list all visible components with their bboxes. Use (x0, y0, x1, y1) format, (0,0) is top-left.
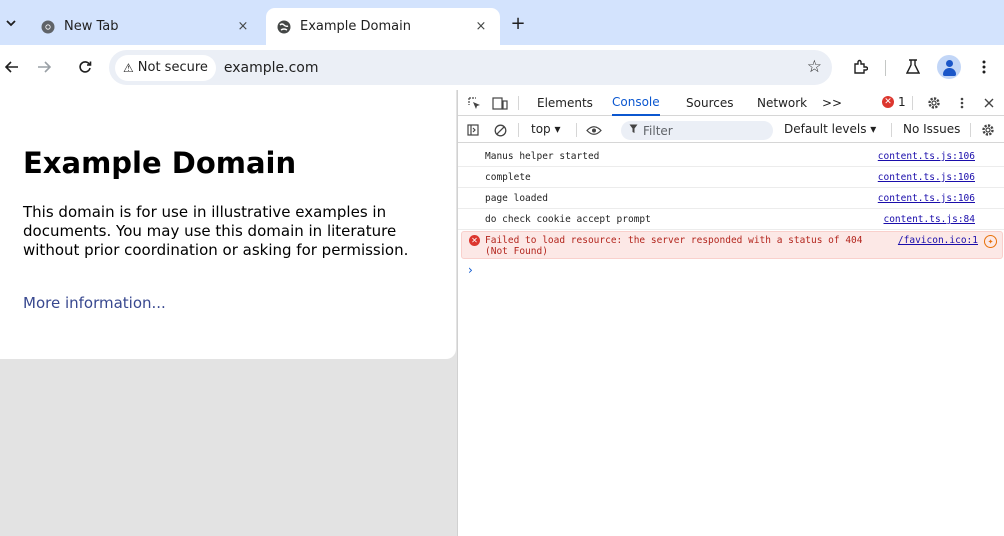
clear-console-icon[interactable] (493, 121, 507, 139)
live-expression-eye-icon[interactable] (585, 121, 603, 139)
more-information-link[interactable]: More information... (23, 294, 166, 312)
forward-icon[interactable] (32, 55, 56, 79)
settings-gear-icon[interactable] (926, 94, 942, 112)
toolbar-divider (885, 60, 886, 76)
sidebar-toggle-icon[interactable] (466, 121, 480, 139)
console-message: Manus helper started content.ts.js:106 (458, 146, 1004, 167)
bookmark-star-icon[interactable]: ☆ (807, 57, 822, 77)
tab-strip: New Tab × Example Domain × + (0, 0, 1004, 45)
console-source-link[interactable]: content.ts.js:106 (878, 151, 975, 162)
filter-funnel-icon (629, 124, 638, 137)
console-message-text: page loaded (485, 193, 548, 204)
tab-console[interactable]: Console (612, 90, 660, 116)
log-levels-dropdown[interactable]: Default levels ▾ (784, 122, 876, 136)
toolbar-divider (576, 123, 577, 137)
console-message: page loaded content.ts.js:106 (458, 188, 1004, 209)
reload-icon[interactable] (73, 55, 97, 79)
extensions-icon[interactable] (848, 55, 872, 79)
profile-avatar-icon[interactable] (937, 55, 961, 79)
devtools-panel: Elements Console Sources Network >> ✕ 1 … (457, 90, 1004, 536)
tab-network[interactable]: Network (757, 90, 807, 116)
error-x-icon: ✕ (882, 96, 894, 108)
security-chip[interactable]: ⚠ Not secure (115, 54, 216, 81)
new-tab-button[interactable]: + (506, 11, 530, 35)
more-tabs-button[interactable]: >> (822, 90, 842, 116)
console-message-text: do check cookie accept prompt (485, 214, 651, 225)
console-source-link[interactable]: /favicon.ico:1 (898, 235, 978, 246)
chrome-logo-icon (40, 19, 56, 35)
device-toolbar-icon[interactable] (491, 94, 509, 112)
devtools-kebab-menu-icon[interactable] (956, 94, 968, 112)
issues-button[interactable]: No Issues (903, 122, 960, 136)
execution-context-select[interactable]: top ▾ (531, 122, 561, 136)
labs-flask-icon[interactable] (901, 55, 925, 79)
tab-sources[interactable]: Sources (686, 90, 733, 116)
error-x-icon: ✕ (469, 235, 480, 246)
console-message-text: Manus helper started (485, 151, 600, 162)
console-message: complete content.ts.js:106 (458, 167, 1004, 188)
toolbar-divider (518, 96, 519, 110)
omnibox[interactable]: ⚠ Not secure example.com ☆ (109, 50, 832, 85)
back-icon[interactable] (0, 55, 24, 79)
warning-triangle-icon: ⚠ (123, 60, 134, 75)
prompt-chevron-icon: › (468, 263, 473, 277)
console-settings-gear-icon[interactable] (980, 121, 996, 139)
console-source-link[interactable]: content.ts.js:84 (883, 214, 975, 225)
console-message-text: Failed to load resource: the server resp… (485, 235, 863, 257)
devtools-tab-bar: Elements Console Sources Network >> ✕ 1 (458, 90, 1004, 116)
toolbar-divider (891, 123, 892, 137)
error-count-badge[interactable]: ✕ 1 (882, 95, 906, 109)
globe-icon (276, 19, 292, 35)
tab-elements[interactable]: Elements (537, 90, 593, 116)
toolbar-divider (518, 123, 519, 137)
tab-example-domain[interactable]: Example Domain × (266, 8, 500, 45)
page-paragraph: This domain is for use in illustrative e… (23, 203, 409, 259)
tab-title: New Tab (64, 19, 119, 34)
console-error-message: ✕ Failed to load resource: the server re… (461, 231, 1003, 259)
close-tab-icon[interactable]: × (472, 18, 490, 36)
console-source-link[interactable]: content.ts.js:106 (878, 172, 975, 183)
ai-explain-icon[interactable]: ✦ (984, 235, 997, 248)
page-heading: Example Domain (23, 146, 297, 180)
console-prompt[interactable]: › (458, 259, 1004, 279)
toolbar-divider (912, 96, 913, 110)
console-toolbar: top ▾ Filter Default levels ▾ No Issues (458, 117, 1004, 143)
tab-title: Example Domain (300, 19, 411, 34)
console-message: do check cookie accept prompt content.ts… (458, 209, 1004, 230)
tab-search-chevron-icon[interactable] (0, 10, 22, 36)
close-devtools-icon[interactable] (982, 94, 996, 112)
security-chip-label: Not secure (137, 60, 208, 75)
url-text[interactable]: example.com (224, 60, 319, 76)
console-source-link[interactable]: content.ts.js:106 (878, 193, 975, 204)
tab-new-tab[interactable]: New Tab × (30, 8, 262, 45)
close-tab-icon[interactable]: × (234, 18, 252, 36)
page-background (0, 359, 456, 536)
error-count: 1 (898, 95, 906, 109)
inspect-element-icon[interactable] (466, 94, 482, 112)
kebab-menu-icon[interactable] (972, 55, 996, 79)
console-message-text: complete (485, 172, 531, 183)
toolbar-divider (970, 123, 971, 137)
console-filter-input[interactable]: Filter (621, 121, 773, 140)
filter-placeholder: Filter (643, 123, 673, 138)
browser-toolbar: ⚠ Not secure example.com ☆ (0, 45, 1004, 90)
console-messages: Manus helper started content.ts.js:106 c… (458, 146, 1004, 279)
web-page-content: Example Domain This domain is for use in… (0, 90, 456, 359)
